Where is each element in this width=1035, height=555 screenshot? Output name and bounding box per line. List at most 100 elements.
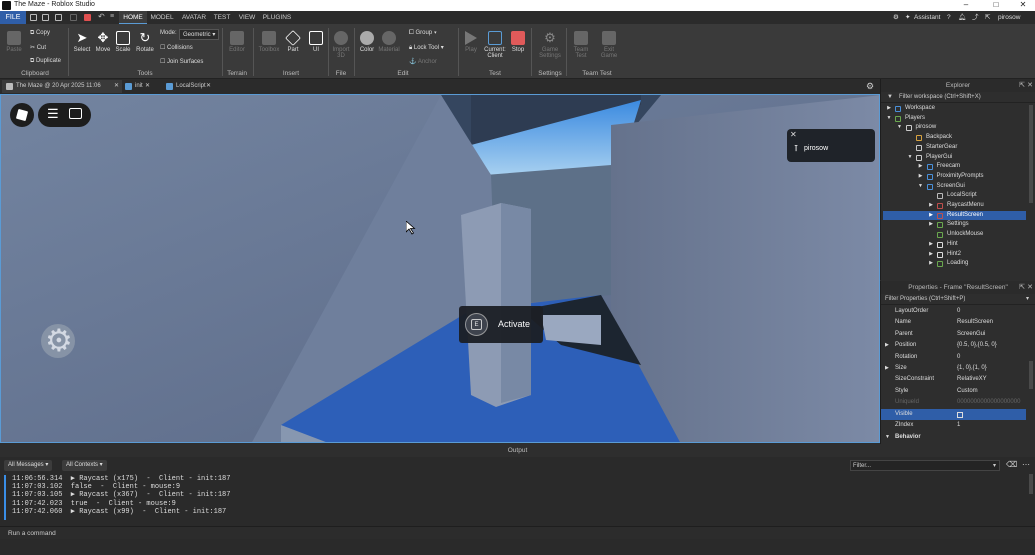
stop-button[interactable]: Stop <box>508 31 528 53</box>
undock-icon[interactable]: ⇱ <box>1019 79 1025 92</box>
duplicate-button[interactable]: ⧉ Duplicate <box>30 58 61 65</box>
visible-checkbox[interactable] <box>957 411 963 418</box>
help-icon[interactable]: ? <box>947 11 951 24</box>
property-row-size[interactable]: ▶ Size {1, 0},{1, 0} <box>881 363 1026 374</box>
tab-model[interactable]: MODEL <box>148 11 176 24</box>
notifications-bell-icon[interactable]: 🔔︎ <box>958 11 966 24</box>
expand-arrow-icon[interactable]: ▶ <box>918 162 924 172</box>
import-3d-button[interactable]: Import 3D <box>330 31 352 59</box>
lock-tool-button[interactable]: 🔒︎ Lock Tool ▾ <box>409 44 444 52</box>
color-button[interactable]: Color <box>356 31 378 53</box>
copy-button[interactable]: ⧉ Copy <box>30 30 50 37</box>
play-icon[interactable] <box>70 14 77 21</box>
expand-arrow-icon[interactable]: ▼ <box>918 182 924 192</box>
play-button[interactable]: Play <box>461 31 481 53</box>
tree-item-hint2[interactable]: ▶ Hint2 <box>883 250 1026 260</box>
property-row-sizeconstraint[interactable]: SizeConstraint RelativeXY <box>881 374 1026 385</box>
expand-arrow-icon[interactable]: ▶ <box>885 363 889 374</box>
property-row-layoutorder[interactable]: LayoutOrder 0 <box>881 306 1026 317</box>
join-surfaces-toggle[interactable]: ☐ Join Surfaces <box>160 58 203 65</box>
all-contexts-dropdown[interactable]: All Contexts ▾ <box>62 460 107 471</box>
group-button[interactable]: ⧠ Group ▾ <box>409 30 437 37</box>
property-row-style[interactable]: Style Custom <box>881 386 1026 397</box>
settings-gear-icon[interactable]: ⚙ <box>893 11 899 24</box>
expand-arrow-icon[interactable]: ▶ <box>928 220 934 230</box>
output-filter-input[interactable]: Filter... ▾ <box>850 460 1000 471</box>
tab-the-maze[interactable]: The Maze @ 20 Apr 2025 11:06 ✕ <box>2 80 122 93</box>
tab-test[interactable]: TEST <box>211 11 233 24</box>
close-tab-icon[interactable]: ✕ <box>145 80 150 93</box>
tree-item-proximityprompts[interactable]: ▶ ProximityPrompts <box>883 172 1026 182</box>
close-button[interactable]: ✕ <box>1013 0 1033 10</box>
user-menu[interactable]: pirosow <box>998 11 1020 24</box>
anchor-button[interactable]: ⚓ Anchor <box>409 58 437 65</box>
close-tab-icon[interactable]: ✕ <box>114 80 119 93</box>
property-row-name[interactable]: Name ResultScreen <box>881 317 1026 328</box>
log-line[interactable]: 11:07:03.105 ▶ Raycast (x367) - Client -… <box>12 491 230 499</box>
settings-touch-gear-icon[interactable]: ⚙ <box>41 323 75 358</box>
move-tool-button[interactable]: ✥ Move <box>93 31 113 54</box>
property-row-zindex[interactable]: ZIndex 1 <box>881 420 1026 431</box>
tree-item-unlockmouse[interactable]: UnlockMouse <box>883 230 1026 240</box>
tree-item-pirosow[interactable]: ▼ pirosow <box>883 123 1026 133</box>
exit-game-button[interactable]: Exit Game <box>596 31 622 59</box>
stop-icon[interactable] <box>84 14 91 21</box>
clear-output-icon[interactable]: ⌫ <box>1006 460 1017 469</box>
tree-item-playergui[interactable]: ▼ PlayerGui <box>883 153 1026 163</box>
tab-home[interactable]: HOME <box>119 11 147 24</box>
mode-dropdown[interactable]: Geometric ▾ <box>179 29 220 40</box>
assistant-button[interactable]: Assistant <box>914 11 940 24</box>
tree-item-localscript[interactable]: LocalScript <box>883 191 1026 201</box>
new-file-icon[interactable] <box>30 14 37 21</box>
more-options-icon[interactable]: ⋯ <box>1022 460 1030 469</box>
command-bar-input[interactable]: Run a command <box>0 526 1035 539</box>
property-section-behavior[interactable]: ▼ Behavior <box>881 432 1026 443</box>
expand-arrow-icon[interactable]: ▶ <box>928 259 934 269</box>
material-button[interactable]: Material <box>377 31 401 53</box>
share-alt-icon[interactable]: ⇱ <box>985 11 990 24</box>
open-file-icon[interactable] <box>42 14 49 21</box>
close-panel-icon[interactable]: ✕ <box>1027 79 1033 92</box>
scale-tool-button[interactable]: Scale <box>113 31 133 53</box>
property-value[interactable]: {0.5, 0},{0.5, 0} <box>957 340 997 351</box>
tab-localscript[interactable]: LocalScript ✕ <box>162 80 214 93</box>
tree-item-screengui[interactable]: ▼ ScreenGui <box>883 182 1026 192</box>
tree-item-loading[interactable]: ▶ Loading <box>883 259 1026 269</box>
property-value[interactable]: Custom <box>957 386 978 397</box>
customize-menu-icon[interactable]: ≡ <box>110 13 117 20</box>
roblox-menu-button[interactable] <box>10 103 34 127</box>
dropdown-arrow-icon[interactable]: ▾ <box>1026 294 1029 305</box>
tree-item-hint[interactable]: ▶ Hint <box>883 240 1026 250</box>
property-value[interactable]: 0000000000000000000 <box>957 397 1020 408</box>
undo-icon[interactable]: ↶ <box>98 12 105 21</box>
expand-arrow-icon[interactable]: ▶ <box>928 211 934 221</box>
team-test-button[interactable]: Team Test <box>568 31 594 59</box>
game-viewport[interactable]: ☰ ✕ ⊺ pirosow ⚙ E Activate <box>0 94 880 443</box>
property-value[interactable]: 0 <box>957 352 960 363</box>
tree-item-raycastmenu[interactable]: ▶ RaycastMenu <box>883 201 1026 211</box>
tab-plugins[interactable]: PLUGINS <box>262 11 292 24</box>
property-value[interactable]: {1, 0},{1, 0} <box>957 363 987 374</box>
rotate-tool-button[interactable]: ↻ Rotate <box>135 31 155 54</box>
property-row-position[interactable]: ▶ Position {0.5, 0},{0.5, 0} <box>881 340 1026 351</box>
properties-filter-input[interactable]: Filter Properties (Ctrl+Shift+P) ▾ <box>881 294 1035 305</box>
all-messages-dropdown[interactable]: All Messages ▾ <box>4 460 53 471</box>
log-line[interactable]: 11:06:56.314 ▶ Raycast (x175) - Client -… <box>12 475 230 483</box>
paste-button[interactable]: Paste <box>4 31 24 53</box>
close-notification-icon[interactable]: ✕ <box>790 130 797 139</box>
close-panel-icon[interactable]: ✕ <box>1027 281 1033 294</box>
property-value[interactable]: ScreenGui <box>957 329 985 340</box>
tab-avatar[interactable]: AVATAR <box>180 11 208 24</box>
assistant-sparkle-icon[interactable]: ✦ <box>905 11 910 24</box>
tree-item-workspace[interactable]: ▶ Workspace <box>883 104 1026 114</box>
tab-init[interactable]: init ✕ <box>121 80 153 93</box>
property-value[interactable]: 1 <box>957 420 960 431</box>
tab-view[interactable]: VIEW <box>236 11 258 24</box>
proximity-prompt[interactable]: E Activate <box>459 306 543 343</box>
properties-scrollbar[interactable] <box>1029 361 1033 389</box>
expand-arrow-icon[interactable]: ▶ <box>918 172 924 182</box>
property-row-uniqueid[interactable]: UniqueId 0000000000000000000 <box>881 397 1026 408</box>
maximize-button[interactable]: □ <box>986 0 1006 10</box>
property-value[interactable]: ResultScreen <box>957 317 993 328</box>
select-tool-button[interactable]: ➤ Select <box>72 31 92 54</box>
